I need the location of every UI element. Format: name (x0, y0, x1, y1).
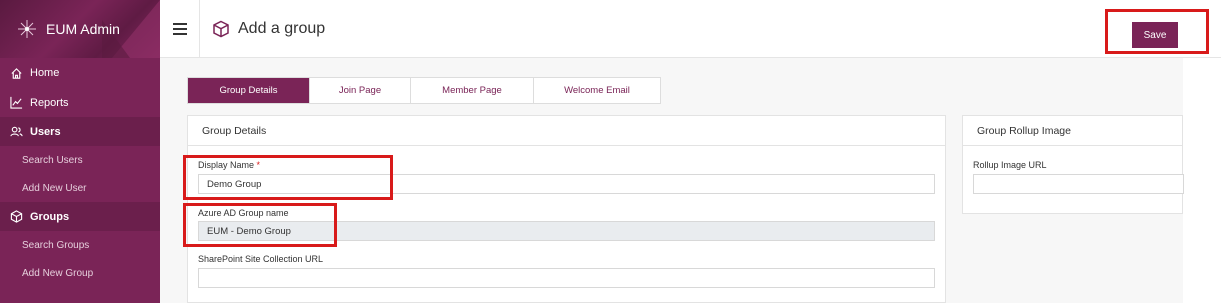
header: Add a group Save (160, 0, 1221, 58)
users-icon (10, 126, 23, 137)
cube-icon (213, 20, 229, 37)
tab-join-page[interactable]: Join Page (310, 78, 411, 103)
sidebar: EUM Admin Home Reports Users Search User… (0, 0, 160, 303)
display-name-highlight (183, 155, 393, 200)
sidebar-item-label: Reports (30, 96, 69, 109)
tab-welcome-email[interactable]: Welcome Email (534, 78, 660, 103)
page-title: Add a group (212, 20, 325, 38)
rollup-url-label: Rollup Image URL (973, 160, 1047, 170)
sidebar-item-add-new-group[interactable]: Add New Group (0, 259, 160, 287)
sidebar-item-label: Search Groups (22, 239, 90, 251)
sidebar-item-users[interactable]: Users (0, 117, 160, 146)
page-title-text: Add a group (238, 19, 326, 37)
home-icon (11, 67, 22, 79)
sidebar-item-home[interactable]: Home (0, 58, 160, 88)
tab-member-page[interactable]: Member Page (411, 78, 534, 103)
brand[interactable]: EUM Admin (0, 0, 160, 58)
logo-icon (18, 20, 36, 38)
sidebar-item-label: Search Users (22, 154, 83, 166)
card-title: Group Rollup Image (963, 116, 1182, 146)
card-title: Group Details (188, 116, 945, 146)
sidebar-item-label: Home (30, 67, 60, 79)
sidebar-item-reports[interactable]: Reports (0, 88, 160, 117)
chart-line-icon (10, 96, 23, 109)
sidebar-item-groups[interactable]: Groups (0, 202, 160, 231)
sharepoint-url-label: SharePoint Site Collection URL (198, 254, 324, 264)
sidebar-item-label: Groups (30, 210, 70, 223)
sidebar-item-add-new-user[interactable]: Add New User (0, 174, 160, 202)
sidebar-item-search-users[interactable]: Search Users (0, 146, 160, 174)
rollup-image-card: Group Rollup Image Rollup Image URL (962, 115, 1184, 214)
save-button[interactable]: Save (1132, 22, 1178, 48)
hamburger-icon (172, 22, 187, 35)
sidebar-item-label: Add New Group (22, 267, 94, 279)
tab-group-details[interactable]: Group Details (188, 78, 310, 103)
sidebar-item-label: Users (30, 125, 61, 138)
brand-name: EUM Admin (46, 21, 120, 37)
menu-toggle-button[interactable] (160, 0, 200, 58)
azure-group-highlight (183, 203, 337, 247)
cube-icon (10, 210, 23, 223)
sidebar-nav: Home Reports Users Search Users Add New … (0, 58, 160, 287)
tab-bar: Group Details Join Page Member Page Welc… (187, 77, 661, 104)
sidebar-item-label: Add New User (22, 182, 87, 194)
sidebar-item-search-groups[interactable]: Search Groups (0, 231, 160, 259)
rollup-url-field[interactable] (973, 174, 1184, 194)
sharepoint-url-field[interactable] (198, 268, 935, 288)
